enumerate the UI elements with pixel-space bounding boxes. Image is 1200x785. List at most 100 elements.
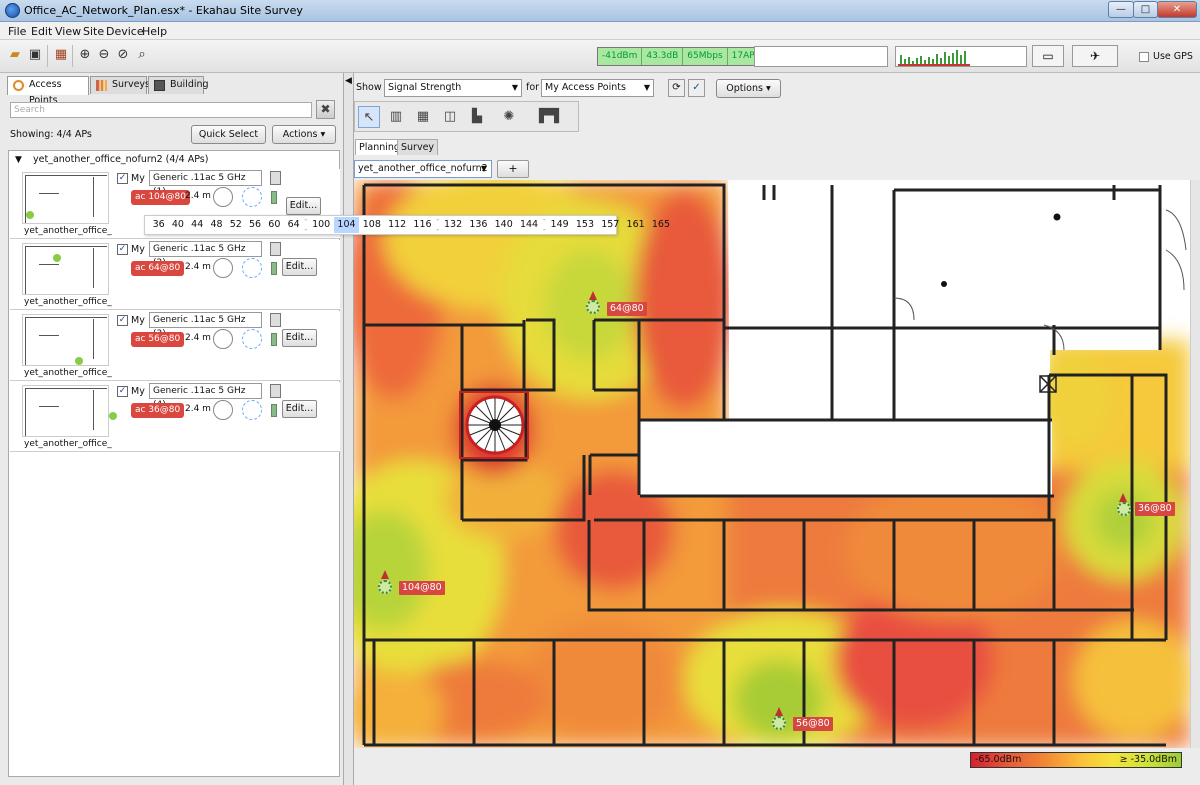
auto-update-checkbox[interactable]: ✓: [688, 79, 705, 97]
ap-marker-icon[interactable]: [775, 707, 783, 716]
tab-survey[interactable]: Survey: [397, 139, 439, 155]
notes-icon[interactable]: [270, 313, 281, 327]
ap-label[interactable]: 36@80: [1135, 502, 1175, 516]
zoom-fit-icon[interactable]: ⊘: [114, 46, 132, 64]
ap-model-field[interactable]: Generic .11ac 5 GHz (2): [149, 241, 262, 268]
panel-divider[interactable]: ◀: [344, 73, 354, 785]
channel-option[interactable]: 40: [168, 217, 187, 233]
antenna-pattern-icon[interactable]: [213, 258, 233, 278]
edit-button[interactable]: Edit...: [282, 400, 317, 418]
channel-option[interactable]: 104: [333, 217, 360, 233]
auto-planner-icon[interactable]: ✺: [498, 106, 520, 128]
tab-building[interactable]: Building: [148, 76, 209, 94]
menu-view[interactable]: View: [55, 25, 81, 38]
capacity-tool-icon[interactable]: ▛▜: [532, 106, 566, 128]
channel-badge[interactable]: ac 36@80: [131, 403, 185, 418]
report-icon[interactable]: ▦: [52, 46, 70, 64]
refresh-icon[interactable]: ⟳: [668, 79, 685, 97]
collapse-left-icon[interactable]: ◀: [345, 76, 352, 86]
clear-search-icon[interactable]: ✖: [316, 100, 335, 119]
channel-option[interactable]: 64: [284, 217, 303, 233]
use-gps-checkbox[interactable]: [1139, 52, 1149, 62]
ap-checkbox[interactable]: ✓: [117, 386, 128, 397]
menu-edit[interactable]: Edit: [31, 25, 52, 38]
ap-marker-icon[interactable]: [381, 570, 389, 579]
channel-option[interactable]: 108: [359, 217, 384, 233]
menu-help[interactable]: Help: [142, 25, 167, 38]
floor-plan-map[interactable]: 64@80 104@80 36@80 56@80: [354, 180, 1190, 748]
ap-model-field[interactable]: Generic .11ac 5 GHz (1): [149, 170, 262, 197]
ap-tool-icon[interactable]: ▙: [466, 106, 488, 128]
ap-filter-select[interactable]: My Access Points ▼: [541, 79, 654, 97]
save-icon[interactable]: ▣: [26, 46, 44, 64]
channel-option[interactable]: 161: [623, 217, 648, 233]
close-button[interactable]: ✕: [1157, 1, 1197, 18]
antenna-pattern-icon[interactable]: [213, 329, 233, 349]
menu-file[interactable]: File: [8, 25, 26, 38]
minimize-button[interactable]: —: [1108, 1, 1134, 18]
channel-option[interactable]: 48: [207, 217, 226, 233]
notes-icon[interactable]: [270, 242, 281, 256]
tab-access-points[interactable]: Access Points: [7, 76, 89, 106]
search-input[interactable]: Search: [10, 102, 312, 118]
channel-badge[interactable]: ac 64@80: [131, 261, 185, 276]
channel-option[interactable]: 52: [226, 217, 245, 233]
visualization-select[interactable]: Signal Strength ▼: [384, 79, 522, 97]
antenna-direction-icon[interactable]: [242, 329, 262, 349]
ap-row[interactable]: yet_another_office_ ✓ My Generic .11ac 5…: [10, 382, 340, 452]
map-vertical-scrollbar[interactable]: [1190, 180, 1200, 748]
channel-option[interactable]: 112: [384, 217, 409, 233]
zoom-in-icon[interactable]: ⊕: [76, 46, 94, 64]
gps-device-icon[interactable]: ▭: [1032, 45, 1064, 67]
ap-row[interactable]: yet_another_office_ ✓ My Generic .11ac 5…: [10, 240, 340, 310]
channel-option[interactable]: 165: [648, 217, 673, 233]
channel-option[interactable]: 60: [265, 217, 284, 233]
notes-icon[interactable]: [270, 384, 281, 398]
channel-option[interactable]: 36: [149, 217, 168, 233]
channel-option[interactable]: 144: [516, 217, 541, 233]
menu-device[interactable]: Device: [106, 25, 144, 38]
channel-option[interactable]: 153: [572, 217, 597, 233]
ap-label[interactable]: 104@80: [399, 581, 445, 595]
zoom-reset-icon[interactable]: ⌕: [133, 46, 151, 64]
ap-marker-icon[interactable]: [589, 291, 597, 300]
wall-tool-icon[interactable]: ▥: [385, 106, 407, 128]
channel-badge[interactable]: ac 56@80: [131, 332, 185, 347]
antenna-direction-icon[interactable]: [242, 400, 262, 420]
channel-option[interactable]: 56: [245, 217, 264, 233]
quick-select-button[interactable]: Quick Select: [191, 125, 266, 144]
channel-option[interactable]: 149: [547, 217, 572, 233]
brick-wall-tool-icon[interactable]: ▦: [412, 106, 434, 128]
antenna-pattern-icon[interactable]: [213, 187, 233, 207]
options-button[interactable]: Options ▾: [716, 79, 781, 98]
channel-option[interactable]: 44: [188, 217, 207, 233]
ap-checkbox[interactable]: ✓: [117, 315, 128, 326]
ap-placement-icon[interactable]: ◫: [439, 106, 461, 128]
ap-marker-icon[interactable]: [378, 580, 392, 594]
antenna-direction-icon[interactable]: [242, 258, 262, 278]
channel-option[interactable]: 100: [309, 217, 334, 233]
collapse-arrow-icon[interactable]: ▼: [15, 155, 22, 165]
channel-option[interactable]: 136: [466, 217, 491, 233]
ap-checkbox[interactable]: ✓: [117, 173, 128, 184]
antenna-direction-icon[interactable]: [242, 187, 262, 207]
channel-option[interactable]: 116: [410, 217, 435, 233]
ap-model-field[interactable]: Generic .11ac 5 GHz (4): [149, 383, 262, 410]
ap-label[interactable]: 64@80: [607, 302, 647, 316]
channel-option[interactable]: 157: [598, 217, 623, 233]
ap-checkbox[interactable]: ✓: [117, 244, 128, 255]
ap-marker-icon[interactable]: [1119, 493, 1127, 502]
channel-option[interactable]: 140: [491, 217, 516, 233]
notes-icon[interactable]: [270, 171, 281, 185]
add-floor-button[interactable]: +: [497, 160, 529, 178]
channel-badge[interactable]: ac 104@80: [131, 190, 190, 205]
edit-button[interactable]: Edit...: [282, 329, 317, 347]
ap-marker-icon[interactable]: [586, 300, 600, 314]
channel-option[interactable]: 132: [440, 217, 465, 233]
edit-button[interactable]: Edit...: [286, 197, 321, 215]
maximize-button[interactable]: □: [1133, 1, 1158, 18]
ap-marker-icon[interactable]: [772, 716, 786, 730]
select-tool-icon[interactable]: ↖: [358, 106, 380, 128]
ap-model-field[interactable]: Generic .11ac 5 GHz (3): [149, 312, 262, 339]
ap-marker-icon[interactable]: [1117, 502, 1131, 516]
